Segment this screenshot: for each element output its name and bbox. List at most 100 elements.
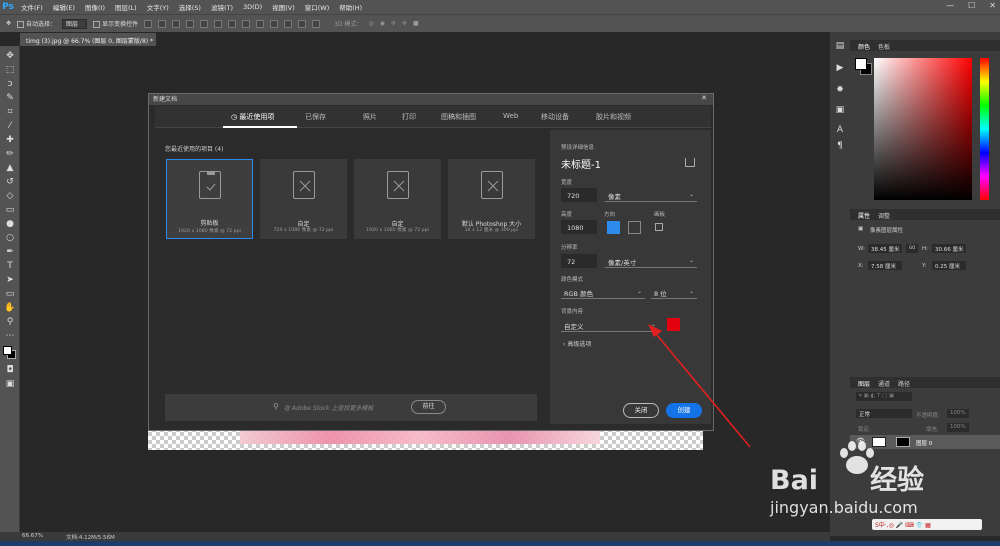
path-select-tool-icon[interactable]: ➤ — [4, 274, 16, 286]
auto-align-icon[interactable] — [312, 19, 321, 28]
goto-button[interactable]: 前往 — [411, 400, 446, 414]
move-tool-icon[interactable]: ✥ — [6, 20, 11, 27]
minimize-icon[interactable]: — — [946, 1, 954, 10]
distribute-left-icon[interactable] — [270, 19, 279, 28]
preset-card-clipboard[interactable]: 剪贴板 1920 x 1080 像素 @ 72 ppi — [166, 159, 253, 239]
menu-filter[interactable]: 滤镜(T) — [206, 2, 238, 12]
crop-tool-icon[interactable]: ⌗ — [4, 106, 16, 118]
tab-photo[interactable]: 照片 — [363, 112, 377, 122]
tab-film-video[interactable]: 胶片和视频 — [596, 112, 631, 122]
type-tool-icon[interactable]: T — [4, 260, 16, 272]
menu-layer[interactable]: 图层(L) — [110, 2, 142, 12]
stamp-tool-icon[interactable]: ▲ — [4, 162, 16, 174]
distribute-right-icon[interactable] — [298, 19, 307, 28]
quick-mask-icon[interactable]: ◘ — [4, 364, 16, 376]
panel-foreground-color[interactable] — [855, 58, 867, 70]
tab-properties[interactable]: 属性 — [858, 211, 870, 220]
link-proportions-icon[interactable]: GO — [906, 244, 918, 253]
tab-web[interactable]: Web — [503, 112, 518, 120]
gradient-tool-icon[interactable]: ▭ — [4, 204, 16, 216]
3d-roll-icon[interactable]: ◉ — [380, 20, 385, 27]
distribute-center-icon[interactable] — [284, 19, 293, 28]
eraser-tool-icon[interactable]: ◇ — [4, 190, 16, 202]
move-tool-icon[interactable]: ✥ — [4, 50, 16, 62]
tab-channels[interactable]: 通道 — [878, 379, 890, 388]
history-panel-icon[interactable]: ▤ — [834, 40, 846, 52]
y-input[interactable]: 0.25 厘米 — [932, 261, 966, 270]
artboard-checkbox[interactable] — [655, 223, 663, 231]
color-mode-select[interactable]: RGB 颜色 ⌄ — [561, 285, 645, 299]
x-input[interactable]: 7.58 厘米 — [868, 261, 902, 270]
advanced-options-toggle[interactable]: › 高级选项 — [563, 339, 591, 348]
chevron-right-icon[interactable]: › — [108, 532, 110, 538]
resolution-input[interactable]: 72 — [561, 254, 597, 268]
height-input[interactable]: 1080 — [561, 220, 597, 234]
portrait-orientation-button[interactable] — [607, 221, 620, 234]
auto-select-checkbox[interactable] — [17, 21, 25, 28]
tab-paths[interactable]: 路径 — [898, 379, 910, 388]
menu-type[interactable]: 文字(Y) — [142, 2, 174, 12]
dodge-tool-icon[interactable]: ○ — [4, 232, 16, 244]
auto-select-dropdown[interactable]: 图层 — [62, 18, 88, 29]
character-panel-icon[interactable]: A — [834, 124, 846, 136]
tab-layers[interactable]: 图层 — [858, 379, 870, 388]
width-input[interactable]: 720 — [561, 188, 597, 202]
marquee-tool-icon[interactable]: ⬚ — [4, 64, 16, 76]
brush-settings-icon[interactable]: ✸ — [834, 84, 846, 96]
document-name-field[interactable]: 未标题-1 — [561, 156, 601, 171]
menu-window[interactable]: 窗口(W) — [300, 2, 335, 12]
menu-edit[interactable]: 编辑(E) — [48, 2, 80, 12]
eyedropper-tool-icon[interactable]: ⁄ — [4, 120, 16, 132]
healing-tool-icon[interactable]: ✚ — [4, 134, 16, 146]
pen-tool-icon[interactable]: ✒ — [4, 246, 16, 258]
screen-mode-icon[interactable]: ▣ — [4, 378, 16, 390]
tab-color[interactable]: 颜色 — [858, 42, 870, 51]
3d-scale-icon[interactable]: ■ — [413, 20, 419, 27]
distribute-bottom-icon[interactable] — [256, 19, 265, 28]
actions-panel-icon[interactable]: ▶ — [834, 62, 846, 74]
align-bottom-icon[interactable] — [172, 19, 181, 28]
layer-mask-thumbnail[interactable] — [896, 437, 910, 447]
close-dialog-icon[interactable]: ✕ — [701, 94, 707, 102]
zoom-level[interactable]: 66.67% — [22, 533, 43, 539]
preset-card-custom-1[interactable]: 自定 720 x 1080 像素 @ 72 ppi — [260, 159, 347, 239]
preset-card-default-photoshop[interactable]: 默认 Photoshop 大小 16 x 12 厘米 @ 300 ppi — [448, 159, 535, 239]
menu-3d[interactable]: 3D(D) — [238, 3, 267, 11]
ime-toolbar[interactable]: S中·,◎ 🎤 ⌨ 👕 ▦ — [872, 519, 982, 530]
tab-mobile[interactable]: 移动设备 — [541, 112, 569, 122]
w-input[interactable]: 38.45 厘米 — [868, 244, 902, 253]
close-window-icon[interactable]: ✕ — [989, 1, 996, 10]
align-left-icon[interactable] — [186, 19, 195, 28]
save-preset-icon[interactable] — [685, 158, 695, 167]
foreground-color-swatch[interactable] — [3, 346, 12, 355]
menu-image[interactable]: 图像(I) — [80, 2, 110, 12]
align-right-icon[interactable] — [214, 19, 223, 28]
document-tab[interactable]: timg (3).jpg @ 66.7% (图层 0, 图层蒙版/8) * × — [20, 33, 156, 46]
color-picker-field[interactable] — [874, 58, 972, 200]
bit-depth-select[interactable]: 8 位 ⌄ — [651, 285, 697, 299]
zoom-tool-icon[interactable]: ⚲ — [4, 316, 16, 328]
3d-orbit-icon[interactable]: ◎ — [368, 20, 373, 27]
menu-select[interactable]: 选择(S) — [174, 2, 206, 12]
h-input[interactable]: 30.66 厘米 — [932, 244, 966, 253]
align-center-icon[interactable] — [200, 19, 209, 28]
clone-source-icon[interactable]: ▣ — [834, 104, 846, 116]
maximize-icon[interactable]: ☐ — [968, 1, 975, 10]
layer-name[interactable]: 图层 0 — [916, 439, 932, 447]
resolution-unit-select[interactable]: 像素/英寸 ⌄ — [605, 254, 697, 268]
layer-filter-select[interactable]: ▾ ▣ ◐ T ▢ ▣ — [856, 392, 912, 401]
lasso-tool-icon[interactable]: ↄ — [4, 78, 16, 90]
more-tools-icon[interactable]: ⋯ — [4, 330, 16, 342]
3d-pan-icon[interactable]: ✢ — [391, 20, 396, 27]
align-top-icon[interactable] — [144, 19, 153, 28]
tab-recent[interactable]: ◷ 最近使用项 — [231, 112, 274, 122]
quick-select-tool-icon[interactable]: ✎ — [4, 92, 16, 104]
opacity-input[interactable]: 100% — [947, 409, 969, 418]
tab-print[interactable]: 打印 — [402, 112, 416, 122]
align-middle-icon[interactable] — [158, 19, 167, 28]
history-brush-tool-icon[interactable]: ↺ — [4, 176, 16, 188]
width-unit-select[interactable]: 像素 ⌄ — [605, 188, 697, 202]
menu-help[interactable]: 帮助(H) — [334, 2, 367, 12]
preset-card-custom-2[interactable]: 自定 1920 x 1080 像素 @ 72 ppi — [354, 159, 441, 239]
paragraph-panel-icon[interactable]: ¶ — [834, 140, 846, 152]
